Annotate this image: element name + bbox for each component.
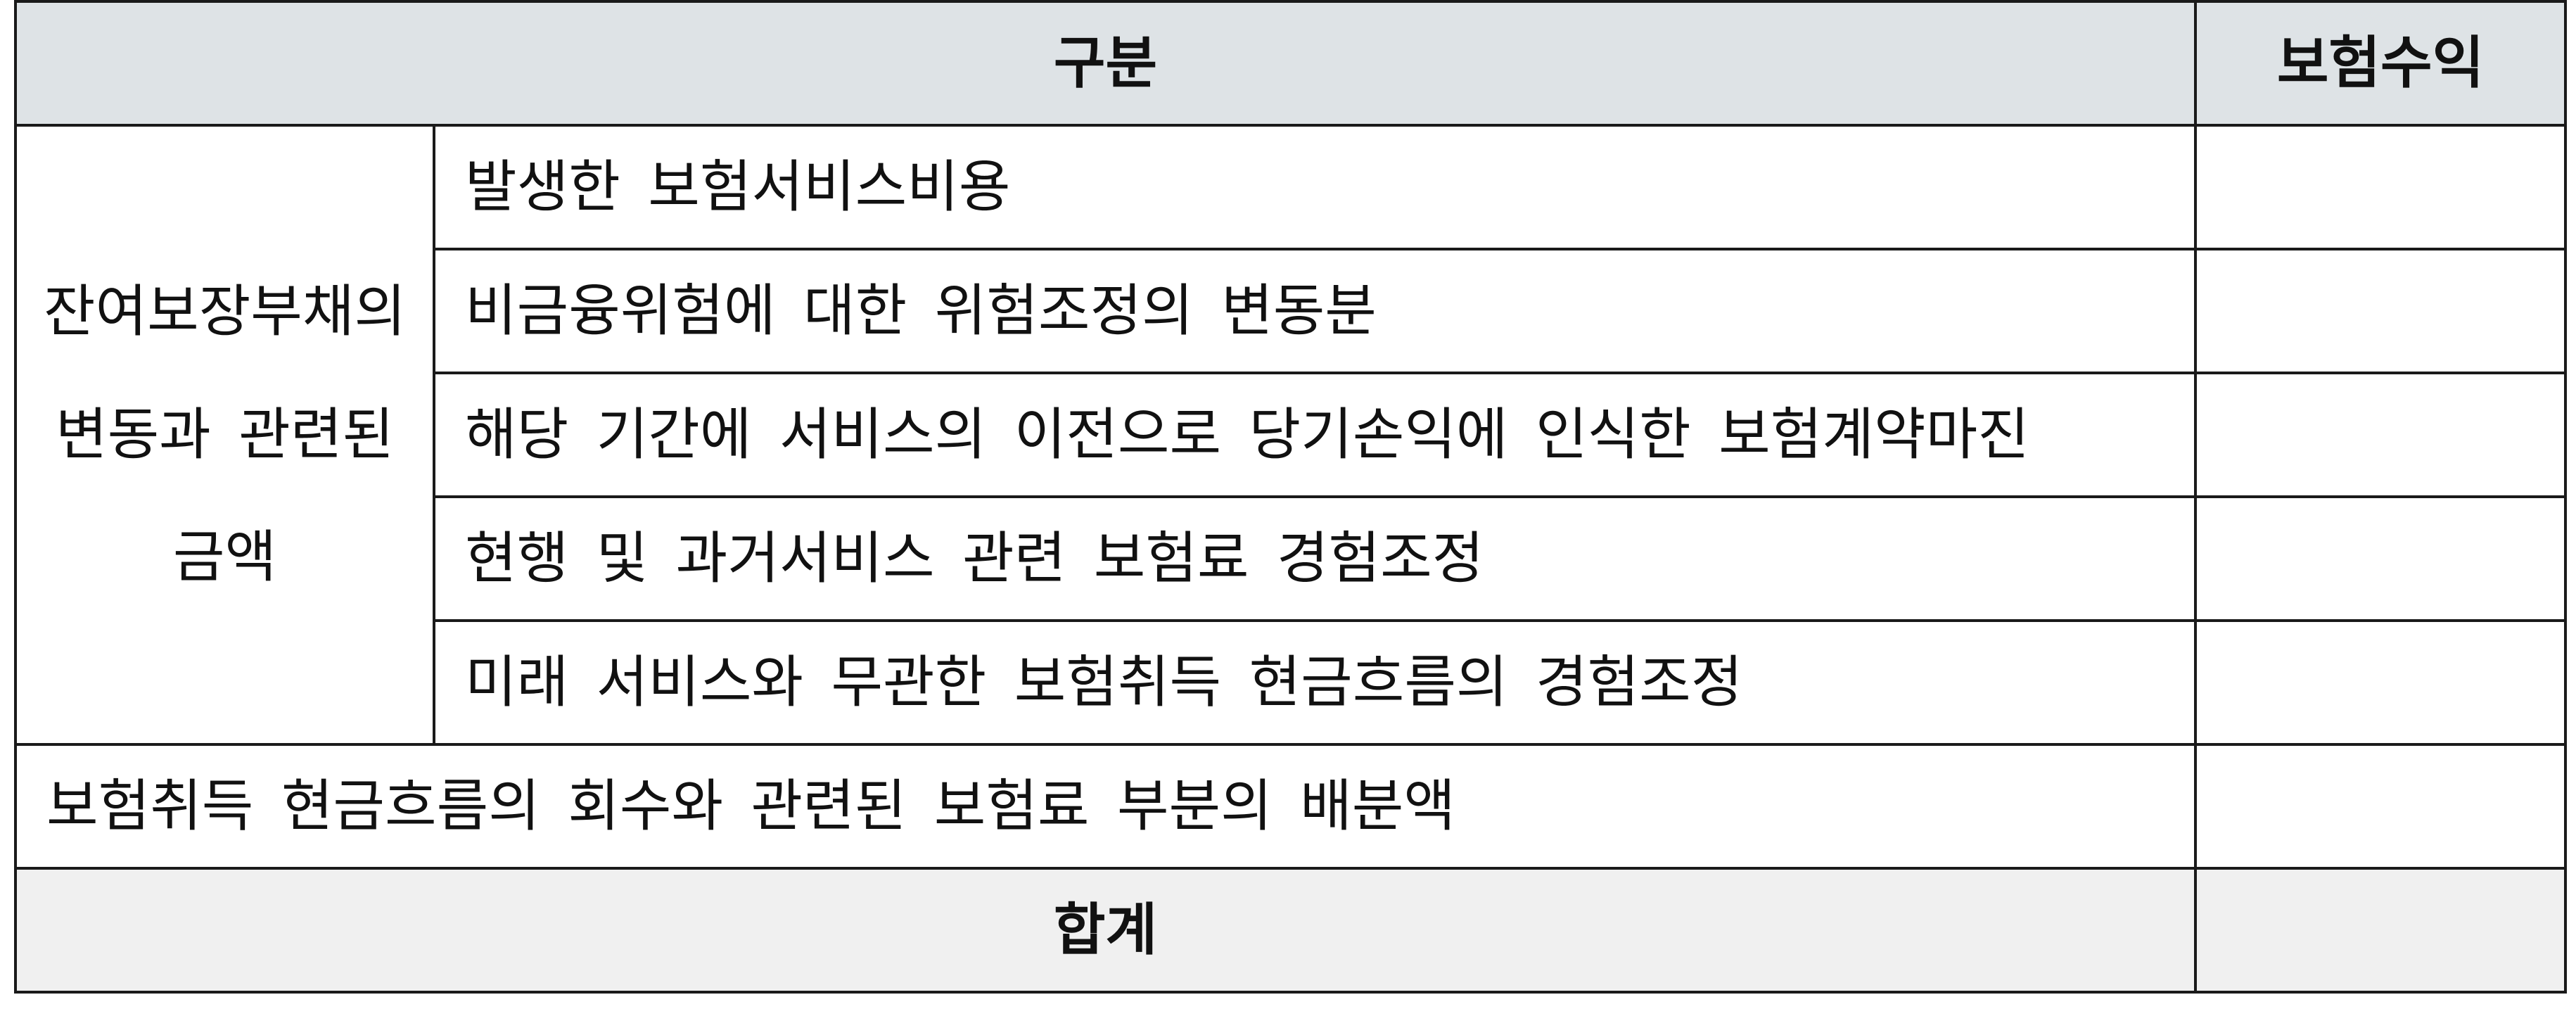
revenue-value-cell xyxy=(2194,495,2568,622)
revenue-value-cell xyxy=(2194,619,2568,746)
insurance-revenue-table: 구분 보험수익 잔여보장부채의 변동과 관련된 금액 발생한 보험서비스비용 비… xyxy=(13,0,2568,994)
group-label-line: 잔여보장부채의 xyxy=(43,279,407,345)
group-label-line: 금액 xyxy=(172,524,277,590)
allocation-row: 보험취득 현금흐름의 회수와 관련된 보험료 부분의 배분액 xyxy=(13,743,2568,870)
header-revenue: 보험수익 xyxy=(2194,0,2568,127)
item-cell: 현행 및 과거서비스 관련 보험료 경험조정 xyxy=(432,495,2198,622)
total-label-cell: 합계 xyxy=(13,867,2198,994)
group-label-line: 변동과 관련된 xyxy=(55,401,395,467)
revenue-value-cell xyxy=(2194,124,2568,250)
group-label-cell: 잔여보장부채의 변동과 관련된 금액 xyxy=(14,124,435,746)
revenue-value-cell xyxy=(2194,743,2568,870)
table-row: 잔여보장부채의 변동과 관련된 금액 발생한 보험서비스비용 xyxy=(14,124,2568,746)
header-row: 구분 보험수익 xyxy=(13,0,2568,127)
total-value-cell xyxy=(2194,867,2568,994)
item-cell: 발생한 보험서비스비용 xyxy=(432,124,2198,250)
item-cell: 미래 서비스와 무관한 보험취득 현금흐름의 경험조정 xyxy=(432,619,2198,746)
header-category: 구분 xyxy=(13,0,2198,127)
item-cell: 비금융위험에 대한 위험조정의 변동분 xyxy=(432,248,2198,374)
insurance-revenue-table-wrapper: 구분 보험수익 잔여보장부채의 변동과 관련된 금액 발생한 보험서비스비용 비… xyxy=(13,0,2568,994)
item-cell: 해당 기간에 서비스의 이전으로 당기손익에 인식한 보험계약마진 xyxy=(432,372,2198,498)
revenue-value-cell xyxy=(2194,372,2568,498)
revenue-value-cell xyxy=(2194,248,2568,374)
total-row: 합계 xyxy=(13,867,2568,994)
allocation-label-cell: 보험취득 현금흐름의 회수와 관련된 보험료 부분의 배분액 xyxy=(13,743,2198,870)
